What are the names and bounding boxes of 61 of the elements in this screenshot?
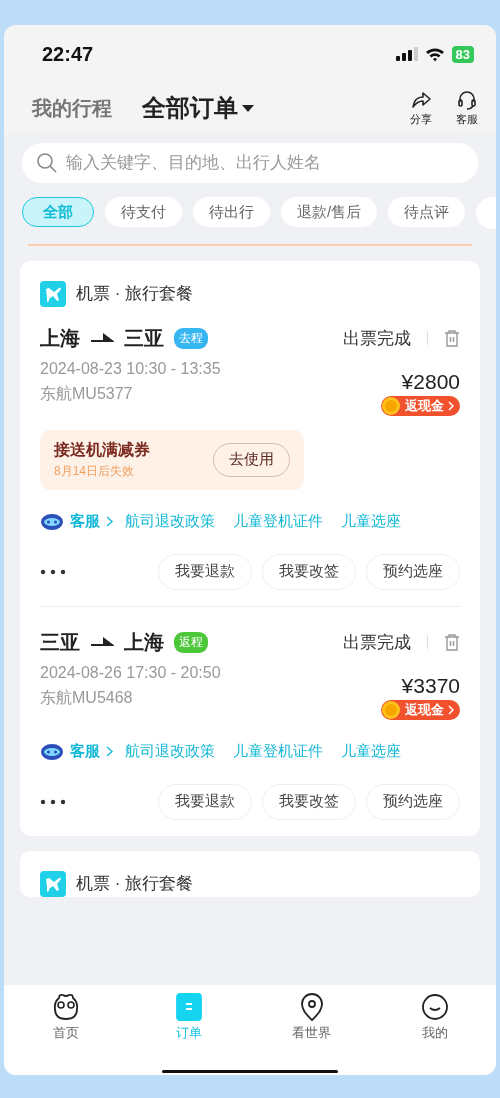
filter-chip[interactable]: 待出行 [193,197,270,227]
robot-icon [40,511,64,532]
nav-tab[interactable]: 首页 [4,991,127,1043]
header-tab[interactable]: 全部订单 [142,92,238,124]
nav-tab[interactable]: 看世界 [250,991,373,1043]
order-card[interactable] [20,260,480,836]
filter-chip[interactable]: 待点评 [388,197,466,227]
arrival-city: 上海 [124,629,164,655]
wifi-icon [424,46,445,62]
header-tab[interactable]: 我的行程 [32,94,112,122]
airplane-icon [40,280,66,307]
order-action-button[interactable]: 我要改签 [262,783,356,820]
flight-time: 2024-08-26 17:30 - 20:50 [40,663,221,682]
filter-chip[interactable]: 退款/售后 [281,197,378,227]
price: ¥2800 [401,369,460,394]
share-icon [410,89,432,110]
order-action-button[interactable]: 我要改签 [262,553,356,590]
chevron-icon [106,516,113,527]
order-action-button[interactable]: 我要退款 [158,553,252,590]
flight-time: 2024-08-23 10:30 - 13:35 [40,359,221,378]
trip-direction-tag: 返程 [174,631,208,653]
headset-icon [456,89,478,110]
departure-city: 三亚 [40,629,80,655]
departure-city: 上海 [40,325,80,351]
battery-level: 83 [451,45,474,63]
trash-icon[interactable] [444,329,460,347]
airplane-icon [40,870,66,897]
order-action-button[interactable]: 预约选座 [366,553,460,590]
robot-icon [40,741,64,762]
order-category: 机票 · 旅行套餐 [76,873,194,895]
price: ¥3370 [401,673,460,698]
order-action-button[interactable]: 预约选座 [366,783,460,820]
more-icon[interactable] [40,568,66,575]
flight-number: 东航MU5468 [40,687,134,708]
arrival-city: 三亚 [124,325,164,351]
cashback-badge[interactable]: 返现金 [381,395,460,416]
status-time: 22:47 [42,42,95,66]
order-card[interactable]: 机票 · 旅行套餐 [20,850,480,897]
arrow-icon [90,333,114,343]
arrow-icon [90,637,114,647]
search-field[interactable]: 输入关键字、目的地、出行人姓名 [22,143,478,183]
coupon-expiry: 8月14日后失效 [54,462,136,480]
order-status: 出票完成 [343,327,411,350]
share-button[interactable]: 分享 [410,89,432,127]
cashback-badge[interactable]: 返现金 [381,699,460,720]
order-action-button[interactable]: 我要退款 [158,783,252,820]
caret-icon [242,105,254,113]
coupon-title: 接送机满减券 [54,439,150,460]
service-button[interactable]: 客服 [456,89,478,127]
trip-direction-tag: 去程 [174,327,208,349]
document-icon [173,992,204,1022]
chevron-icon [106,746,113,757]
order-status: 出票完成 [343,631,411,654]
more-icon[interactable] [40,798,66,805]
signal-icon [395,47,418,61]
nav-tab[interactable]: 我的 [373,991,496,1043]
smiley-icon [419,992,450,1022]
order-category: 机票 · 旅行套餐 [76,283,194,305]
filter-chip[interactable]: 待支付 [105,197,182,227]
trash-icon[interactable] [444,633,460,651]
flight-number: 东航MU5377 [40,383,134,404]
